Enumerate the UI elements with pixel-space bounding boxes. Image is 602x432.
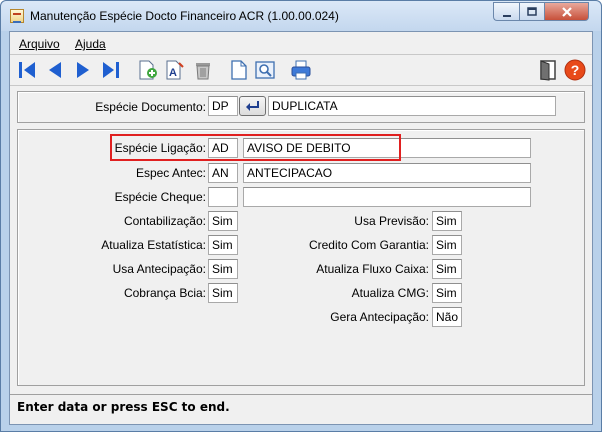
previous-record-button[interactable] bbox=[44, 59, 66, 81]
atualiza-fluxo-caixa-label: Atualiza Fluxo Caixa: bbox=[316, 262, 429, 276]
especie-documento-description-field[interactable]: DUPLICATA bbox=[268, 96, 556, 116]
title-bar[interactable]: Manutenção Espécie Docto Financeiro ACR … bbox=[1, 1, 601, 31]
atualiza-estatistica-field[interactable]: Sim bbox=[208, 235, 238, 255]
window-title: Manutenção Espécie Docto Financeiro ACR … bbox=[30, 9, 339, 23]
status-text: Enter data or press ESC to end. bbox=[17, 400, 230, 414]
delete-record-button[interactable] bbox=[192, 59, 214, 81]
menu-arquivo[interactable]: Arquivo bbox=[19, 37, 60, 51]
new-document-icon bbox=[231, 60, 247, 80]
add-record-button[interactable] bbox=[137, 59, 159, 81]
exit-button[interactable] bbox=[537, 59, 559, 81]
app-window: Manutenção Espécie Docto Financeiro ACR … bbox=[0, 0, 602, 432]
credito-com-garantia-label: Credito Com Garantia: bbox=[308, 238, 429, 252]
new-document-button[interactable] bbox=[228, 59, 250, 81]
edit-record-button[interactable]: A bbox=[164, 59, 186, 81]
usa-antecipacao-field[interactable]: Sim bbox=[208, 259, 238, 279]
search-document-button[interactable] bbox=[254, 59, 276, 81]
search-document-icon bbox=[255, 61, 275, 79]
especie-documento-code-field[interactable]: DP bbox=[208, 96, 238, 116]
zoom-lookup-button[interactable] bbox=[239, 96, 266, 116]
close-icon bbox=[561, 7, 572, 17]
last-record-button[interactable] bbox=[100, 59, 122, 81]
toolbar: A ? bbox=[10, 54, 592, 86]
minimize-button[interactable] bbox=[493, 2, 519, 21]
gera-antecipacao-label: Gera Antecipação: bbox=[330, 310, 429, 324]
cobranca-bcia-label: Cobrança Bcia: bbox=[123, 286, 206, 300]
maximize-button[interactable] bbox=[519, 2, 544, 21]
credito-com-garantia-field[interactable]: Sim bbox=[432, 235, 462, 255]
last-record-icon bbox=[103, 62, 119, 78]
espec-antec-description-field[interactable]: ANTECIPACAO bbox=[243, 163, 531, 183]
cobranca-bcia-field[interactable]: Sim bbox=[208, 283, 238, 303]
espec-antec-label: Espec Antec: bbox=[135, 166, 206, 180]
contabilizacao-field[interactable]: Sim bbox=[208, 211, 238, 231]
especie-cheque-code-field[interactable] bbox=[208, 187, 238, 207]
enter-arrow-icon bbox=[246, 101, 259, 111]
menu-ajuda[interactable]: Ajuda bbox=[75, 37, 106, 51]
maximize-icon bbox=[527, 7, 537, 16]
add-record-icon bbox=[139, 60, 157, 80]
exit-door-icon bbox=[540, 60, 556, 81]
edit-record-icon: A bbox=[166, 60, 184, 80]
contabilizacao-label: Contabilização: bbox=[123, 214, 206, 228]
gera-antecipacao-field[interactable]: Não bbox=[432, 307, 462, 327]
especie-cheque-description-field[interactable] bbox=[243, 187, 531, 207]
status-bar: Enter data or press ESC to end. bbox=[10, 394, 592, 424]
help-button[interactable]: ? bbox=[564, 59, 586, 81]
minimize-icon bbox=[502, 15, 511, 17]
app-icon bbox=[10, 9, 24, 23]
highlight-annotation bbox=[110, 134, 401, 161]
next-record-button[interactable] bbox=[72, 59, 94, 81]
svg-text:A: A bbox=[169, 67, 177, 79]
atualiza-cmg-label: Atualiza CMG: bbox=[351, 286, 429, 300]
especie-cheque-label: Espécie Cheque: bbox=[114, 190, 206, 204]
first-record-icon bbox=[19, 62, 35, 78]
atualiza-fluxo-caixa-field[interactable]: Sim bbox=[432, 259, 462, 279]
usa-previsao-field[interactable]: Sim bbox=[432, 211, 462, 231]
print-button[interactable] bbox=[290, 59, 312, 81]
especie-documento-label: Espécie Documento: bbox=[95, 100, 206, 114]
atualiza-estatistica-label: Atualiza Estatística: bbox=[101, 238, 206, 252]
client-area: Arquivo Ajuda A ? Espécie Documento: DP … bbox=[9, 31, 593, 425]
atualiza-cmg-field[interactable]: Sim bbox=[432, 283, 462, 303]
svg-text:?: ? bbox=[571, 62, 580, 78]
menu-bar: Arquivo Ajuda bbox=[10, 34, 592, 52]
help-icon: ? bbox=[564, 59, 586, 81]
print-icon bbox=[291, 60, 311, 80]
previous-record-icon bbox=[49, 62, 61, 78]
next-record-icon bbox=[77, 62, 89, 78]
delete-record-icon bbox=[196, 63, 210, 80]
close-button[interactable] bbox=[544, 2, 589, 21]
espec-antec-code-field[interactable]: AN bbox=[208, 163, 238, 183]
usa-previsao-label: Usa Previsão: bbox=[354, 214, 429, 228]
first-record-button[interactable] bbox=[16, 59, 38, 81]
usa-antecipacao-label: Usa Antecipação: bbox=[112, 262, 206, 276]
